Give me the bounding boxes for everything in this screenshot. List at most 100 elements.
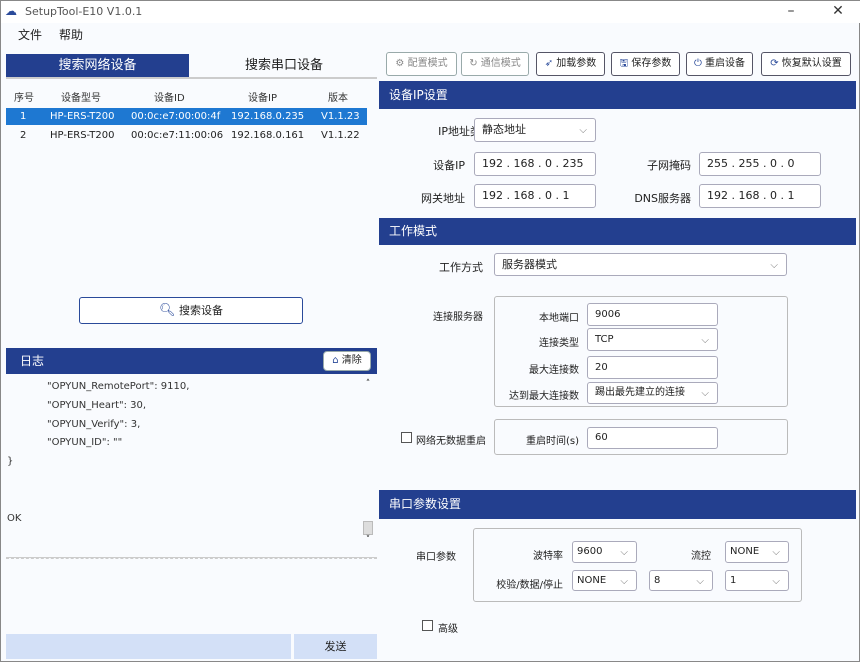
ip-type-select[interactable]: 静态地址 ⌵: [474, 118, 596, 142]
menu-file[interactable]: 文件: [18, 26, 42, 43]
log-title: 日志: [20, 354, 45, 368]
send-input[interactable]: [6, 634, 291, 659]
local-port-input[interactable]: 9006: [587, 303, 718, 326]
cell-ip: 192.168.0.235: [231, 111, 305, 122]
data-bits-select[interactable]: 8 ⌵: [649, 570, 713, 591]
log-line: "OPYUN_Heart": 30,: [47, 400, 147, 411]
device-ip-input[interactable]: 192 . 168 . 0 . 235: [474, 152, 596, 176]
sliders-icon: ⚙: [395, 58, 405, 69]
cell-model: HP-ERS-T200: [50, 111, 115, 122]
baud-select[interactable]: 9600 ⌵: [572, 541, 637, 563]
table-row[interactable]: 1 HP-ERS-T200 00:0c:e7:00:00:4f 192.168.…: [6, 108, 367, 125]
cell-model: HP-ERS-T200: [50, 130, 115, 141]
label: 通信模式: [480, 58, 521, 69]
conn-type-select[interactable]: TCP ⌵: [587, 328, 718, 351]
search-device-button[interactable]: 🔍︎ 搜索设备: [79, 297, 303, 324]
chevron-down-icon: ⌵: [770, 260, 778, 271]
clear-label: 清除: [341, 355, 362, 366]
log-scrollbar[interactable]: ˄ ˅: [362, 379, 374, 547]
minimize-button[interactable]: –: [781, 3, 801, 19]
device-ip-label: 设备IP: [433, 159, 465, 172]
clear-log-button[interactable]: ⌂ 清除: [323, 351, 371, 371]
window-title: SetupTool-E10 V1.0.1: [25, 5, 143, 18]
log-line: }: [7, 456, 14, 467]
connect-server-label: 连接服务器: [433, 312, 483, 323]
advanced-checkbox[interactable]: [422, 620, 433, 631]
max-conn-input[interactable]: 20: [587, 356, 718, 379]
on-max-label: 达到最大连接数: [509, 391, 579, 402]
restart-device-button[interactable]: ⏻ 重启设备: [686, 52, 753, 76]
chevron-down-icon: ⌵: [701, 388, 709, 399]
log-divider: [6, 557, 377, 559]
value: 1: [730, 575, 737, 586]
label: 保存参数: [631, 58, 672, 69]
restart-time-input[interactable]: 60: [587, 427, 718, 449]
serial-section-header: 串口参数设置: [379, 490, 856, 519]
dns-input[interactable]: 192 . 168 . 0 . 1: [699, 184, 821, 208]
advanced-label: 高级: [438, 624, 458, 635]
value: 静态地址: [482, 123, 526, 136]
subnet-mask-input[interactable]: 255 . 255 . 0 . 0: [699, 152, 821, 176]
value: TCP: [595, 334, 614, 345]
value: 踢出最先建立的连接: [595, 387, 685, 398]
no-data-restart-label: 网络无数据重启: [416, 436, 486, 447]
cell-id: 00:0c:e7:00:00:4f: [131, 111, 221, 122]
scroll-up-icon[interactable]: ˄: [362, 379, 374, 389]
scroll-thumb[interactable]: [363, 521, 373, 535]
parity-select[interactable]: NONE ⌵: [572, 570, 637, 591]
work-mode-label: 工作方式: [439, 261, 483, 274]
value: 服务器模式: [502, 258, 557, 271]
value: NONE: [730, 546, 760, 557]
chevron-down-icon: ⌵: [579, 125, 587, 136]
rocket-icon: ➶: [544, 58, 554, 69]
gateway-label: 网关地址: [421, 192, 465, 205]
load-params-button[interactable]: ➶ 加载参数: [536, 52, 605, 76]
value: NONE: [577, 575, 607, 586]
label: 重启设备: [705, 58, 746, 69]
scroll-down-icon[interactable]: ˅: [362, 535, 374, 545]
save-params-button[interactable]: 🖫 保存参数: [611, 52, 680, 76]
log-line: "OPYUN_ID": "": [47, 437, 123, 448]
no-data-restart-checkbox[interactable]: [401, 432, 412, 443]
serial-params-label: 串口参数: [416, 552, 456, 563]
power-icon: ⏻: [693, 58, 702, 69]
tab-network-search[interactable]: 搜索网络设备: [6, 54, 189, 78]
cell-id: 00:0c:e7:11:00:06: [131, 130, 224, 141]
col-header-id: 设备ID: [154, 93, 185, 104]
menu-help[interactable]: 帮助: [59, 26, 83, 43]
gateway-input[interactable]: 192 . 168 . 0 . 1: [474, 184, 596, 208]
baud-label: 波特率: [533, 551, 563, 562]
max-conn-label: 最大连接数: [529, 365, 579, 376]
cell-version: V1.1.23: [321, 111, 360, 122]
cell-index: 2: [20, 130, 27, 141]
restore-defaults-button[interactable]: ⟳ 恢复默认设置: [761, 52, 851, 76]
local-port-label: 本地端口: [539, 313, 579, 324]
search-device-label: 搜索设备: [179, 304, 223, 317]
close-button[interactable]: ✕: [828, 3, 848, 19]
col-header-index: 序号: [14, 93, 34, 104]
log-header: 日志: [6, 348, 377, 374]
work-mode-select[interactable]: 服务器模式 ⌵: [494, 253, 787, 276]
on-max-select[interactable]: 踢出最先建立的连接 ⌵: [587, 382, 718, 404]
parity-data-stop-label: 校验/数据/停止: [496, 580, 563, 591]
refresh-icon: ⟳: [770, 58, 779, 69]
send-button[interactable]: 发送: [294, 634, 377, 659]
cell-version: V1.1.22: [321, 130, 360, 141]
stop-bits-select[interactable]: 1 ⌵: [725, 570, 789, 591]
table-row[interactable]: 2 HP-ERS-T200 00:0c:e7:11:00:06 192.168.…: [6, 127, 367, 144]
flow-select[interactable]: NONE ⌵: [725, 541, 789, 563]
tab-serial-search[interactable]: 搜索串口设备: [191, 54, 377, 78]
restart-time-label: 重启时间(s): [525, 436, 579, 447]
chevron-down-icon: ⌵: [772, 547, 780, 558]
broom-icon: ⌂: [332, 355, 339, 366]
comm-mode-button[interactable]: ↻ 通信模式: [461, 52, 529, 76]
value: 8: [654, 575, 661, 586]
chevron-down-icon: ⌵: [772, 576, 780, 587]
label: 恢复默认设置: [781, 58, 842, 69]
dns-label: DNS服务器: [634, 192, 691, 205]
subnet-mask-label: 子网掩码: [647, 159, 691, 172]
cell-ip: 192.168.0.161: [231, 130, 305, 141]
col-header-model: 设备型号: [61, 93, 101, 104]
config-mode-button[interactable]: ⚙ 配置模式: [386, 52, 457, 76]
chevron-down-icon: ⌵: [696, 576, 704, 587]
